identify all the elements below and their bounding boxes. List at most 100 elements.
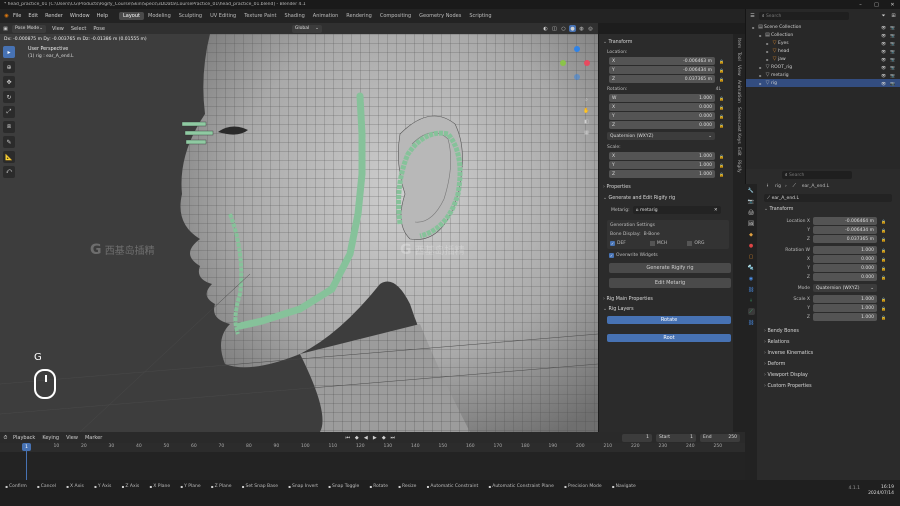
timeline-menu-keying[interactable]: Keying (42, 435, 59, 441)
expand-icon[interactable]: ▸ (764, 48, 771, 55)
rig-layers-section[interactable]: Rig Layers (603, 307, 729, 312)
gizmo-neg-z-icon[interactable] (574, 74, 580, 80)
outliner-row[interactable]: ▸ ▽ rig 👁 📷 (746, 79, 900, 87)
constraint-tab-icon[interactable]: ⛓ (748, 286, 755, 293)
lock-icon[interactable]: 🔒 (880, 218, 887, 225)
play-icon[interactable]: ▶ (371, 434, 378, 441)
close-icon[interactable]: ✕ (889, 1, 896, 8)
metarig-field[interactable]: ⌂ metarig ✕ (632, 206, 721, 214)
move-icon[interactable]: ✥ (3, 76, 15, 88)
expand-icon[interactable]: ▸ (764, 40, 771, 47)
workspace-tab-sculpting[interactable]: Sculpting (175, 12, 206, 20)
timeline-ruler[interactable]: 1102030405060708090100110120130140150160… (0, 443, 745, 452)
lock-icon[interactable]: 🔒 (880, 256, 887, 263)
outliner-editor-icon[interactable]: ☰ (749, 13, 756, 20)
eye-icon[interactable]: 👁 (880, 40, 887, 47)
scale-icon[interactable]: ⤢ (3, 106, 15, 118)
lock-icon[interactable]: 🔒 (880, 274, 887, 281)
bone-location-field[interactable]: 0.037365 m (813, 235, 877, 243)
eye-icon[interactable]: 👁 (880, 80, 887, 87)
scene-tab-icon[interactable]: ◆ (748, 231, 755, 238)
camera-render-icon[interactable]: 📷 (889, 80, 896, 87)
navigation-gizmo[interactable] (558, 46, 594, 82)
lock-icon[interactable]: 🔒 (880, 265, 887, 272)
material-shading-icon[interactable]: ◍ (578, 25, 585, 32)
location-y-field[interactable]: Y -0.006434 m (609, 66, 715, 74)
camera-render-icon[interactable]: 📷 (889, 56, 896, 63)
prev-key-icon[interactable]: ◆ (353, 434, 360, 441)
view-layer-tab-icon[interactable]: 🖼 (748, 220, 755, 227)
playhead-frame[interactable]: 1 (22, 443, 31, 451)
rotate-icon[interactable]: ↻ (3, 91, 15, 103)
eye-icon[interactable]: 👁 (880, 72, 887, 79)
data-tab-icon[interactable]: ⟊ (748, 297, 755, 304)
blender-logo-icon[interactable]: ◉ (3, 13, 10, 20)
3d-viewport[interactable]: Dx: -0.000875 m Dy: -0.003765 m Dz: -0.0… (0, 34, 598, 432)
npanel-tab-edit[interactable]: Edit (736, 147, 741, 156)
eye-icon[interactable]: 👁 (880, 24, 887, 31)
scale-y-field[interactable]: Y 1.000 (609, 161, 715, 169)
bone-transform-section[interactable]: Transform (764, 207, 900, 212)
rig-layer-button-1[interactable]: Rotate (607, 316, 731, 324)
transform-section[interactable]: Transform (603, 40, 729, 45)
workspace-tab-layout[interactable]: Layout (119, 12, 144, 20)
rotation-x-field[interactable]: X 0.000 (609, 103, 715, 111)
npanel-tab-animation[interactable]: Animation (736, 80, 741, 103)
workspace-tab-texture-paint[interactable]: Texture Paint (240, 12, 280, 20)
minimize-icon[interactable]: – (857, 1, 864, 8)
lock-icon[interactable]: 🔒 (718, 171, 725, 178)
npanel-tab-rigify[interactable]: Rigify (736, 160, 741, 173)
orientation-selector[interactable]: Global ⌄ (291, 24, 322, 33)
menu-file[interactable]: File (13, 13, 21, 19)
current-frame-field[interactable]: 1 (622, 433, 652, 442)
measure-icon[interactable]: 📐 (3, 151, 15, 163)
rotation-mode-selector[interactable]: Quaternion (WXYZ) ⌄ (607, 132, 715, 140)
lock-icon[interactable]: 🔒 (718, 58, 725, 65)
lock-icon[interactable]: 🔒 (880, 236, 887, 243)
gizmo-z-icon[interactable] (574, 46, 580, 52)
lock-icon[interactable]: 🔒 (718, 153, 725, 160)
scale-z-field[interactable]: Z 1.000 (609, 170, 715, 178)
section-custom-properties[interactable]: Custom Properties (764, 384, 900, 389)
transform-icon[interactable]: ⧈ (3, 121, 15, 133)
camera-render-icon[interactable]: 📷 (889, 24, 896, 31)
properties-section[interactable]: Properties (603, 185, 729, 190)
lock-icon[interactable]: 🔒 (718, 67, 725, 74)
org-checkbox[interactable]: ORG (687, 241, 704, 246)
outliner-row[interactable]: ▸ ▽ head 👁 📷 (746, 47, 900, 55)
viewport-menu-view[interactable]: View (52, 26, 64, 32)
workspace-tab-animation[interactable]: Animation (309, 12, 343, 20)
outliner-row[interactable]: ▸ ▽ ROOT_rig 👁 📷 (746, 63, 900, 71)
roll-icon[interactable]: ⤺ (3, 166, 15, 178)
section-viewport-display[interactable]: Viewport Display (764, 373, 900, 378)
bone-location-field[interactable]: -0.006464 m (813, 217, 877, 225)
output-tab-icon[interactable]: 🖨 (748, 209, 755, 216)
pan-hand-icon[interactable]: ✋ (583, 107, 590, 114)
bone-rotation-field[interactable]: 1.000 (813, 246, 877, 254)
next-key-icon[interactable]: ◆ (380, 434, 387, 441)
workspace-tab-rendering[interactable]: Rendering (342, 12, 376, 20)
eye-icon[interactable]: 👁 (880, 56, 887, 63)
editor-type-icon[interactable]: ▣ (2, 25, 9, 32)
workspace-tab-geometry-nodes[interactable]: Geometry Nodes (415, 12, 465, 20)
lock-icon[interactable]: 🔒 (718, 122, 725, 129)
rig-main-properties-section[interactable]: Rig Main Properties (603, 297, 729, 302)
expand-icon[interactable]: ▸ (757, 72, 764, 79)
expand-icon[interactable]: ▸ (757, 64, 764, 71)
properties-search-input[interactable]: ⌕ Search (782, 171, 852, 179)
outliner-row[interactable]: ▸ ▤ Collection 👁 📷 (746, 31, 900, 39)
lock-icon[interactable]: 🔒 (880, 227, 887, 234)
timeline-editor-icon[interactable]: ⏱ (2, 434, 9, 441)
render-tab-icon[interactable]: 📷 (748, 198, 755, 205)
section-deform[interactable]: Deform (764, 362, 900, 367)
lock-icon[interactable]: 🔒 (718, 76, 725, 83)
overlay-icon[interactable]: ◐ (542, 25, 549, 32)
annotate-icon[interactable]: ✎ (3, 136, 15, 148)
bone-rotation-mode-selector[interactable]: Quaternion (WXYZ) ⌄ (813, 284, 877, 292)
outliner-row[interactable]: ▸ ▤ Scene Collection 👁 📷 (746, 23, 900, 31)
edit-metarig-button[interactable]: Edit Metarig (609, 278, 731, 288)
mch-checkbox[interactable]: MCH (649, 241, 667, 246)
lock-icon[interactable]: 🔒 (718, 162, 725, 169)
location-x-field[interactable]: X -0.006463 m (609, 57, 715, 65)
overwrite-checkbox[interactable]: ✓ Overwrite Widgets (609, 253, 729, 258)
